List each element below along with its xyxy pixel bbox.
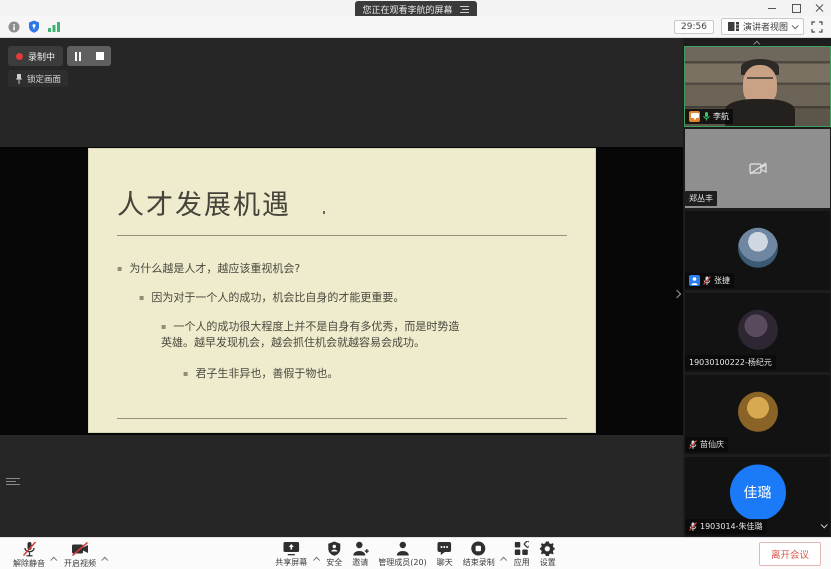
apps-button[interactable]: 应用 [511, 539, 533, 568]
avatar-initials: 佳璐 [730, 464, 786, 520]
window-titlebar: 您正在观看李航的屏幕 [0, 0, 831, 16]
pin-view-button[interactable]: 锁定画面 [8, 70, 68, 87]
participants-sidebar: 李航 郑丛丰 张捷 19030100222-杨纪元 [683, 38, 831, 537]
slide-bullet-2: 因为对于一个人的成功，机会比自身的才能更重要。 [139, 290, 567, 306]
share-options-chevron[interactable] [314, 547, 319, 566]
screen-sharing-badge-icon [689, 111, 700, 122]
unmute-button[interactable]: 解除静音 [10, 539, 48, 569]
security-button[interactable]: 安全 [323, 539, 345, 568]
meeting-topbar: 29:56 演讲者视图 [0, 16, 831, 38]
meeting-timer: 29:56 [674, 20, 714, 34]
participant-tile[interactable]: 19030100222-杨纪元 [685, 293, 830, 372]
leave-meeting-button[interactable]: 离开会议 [759, 542, 821, 566]
participant-tile[interactable]: 郑丛丰 [685, 129, 830, 208]
security-shield-icon [328, 541, 341, 556]
pin-icon [15, 74, 23, 84]
participant-name: 张捷 [714, 275, 730, 286]
view-mode-label: 演讲者视图 [743, 20, 788, 33]
recording-label: 录制中 [28, 50, 55, 63]
manage-participants-button[interactable]: 管理成员(20) [375, 539, 429, 568]
network-signal-icon[interactable] [48, 21, 61, 32]
slide-bullet-1: 为什么越是人才，越应该重视机会? [117, 261, 567, 277]
camera-off-icon [749, 162, 767, 175]
unmute-label: 解除静音 [13, 558, 45, 569]
recording-indicator: 录制中 [8, 46, 63, 66]
slide-footer-rule [117, 418, 567, 419]
participant-tile[interactable]: 张捷 [685, 211, 830, 290]
start-video-label: 开启视频 [64, 558, 96, 569]
settings-button[interactable]: 设置 [537, 539, 559, 568]
mic-muted-icon [689, 440, 697, 449]
slide-title-rule [117, 235, 567, 236]
mic-muted-icon [689, 522, 697, 531]
participant-tile[interactable]: 苗仙庆 [685, 375, 830, 454]
invite-button[interactable]: 邀请 [349, 539, 371, 568]
shared-screen-stage: 录制中 锁定画面 人才发展机遇 为什么越是人才，越应该重视机会? 因为对于一个人… [0, 38, 683, 537]
record-options-chevron[interactable] [502, 547, 507, 566]
avatar [738, 227, 778, 267]
content-area: 录制中 锁定画面 人才发展机遇 为什么越是人才，越应该重视机会? 因为对于一个人… [0, 38, 831, 537]
chevron-down-icon [792, 22, 799, 29]
participant-tile[interactable]: 佳璐 1903014-朱佳璐 [685, 457, 830, 536]
mouse-cursor [323, 211, 325, 214]
banner-menu-icon[interactable] [460, 6, 469, 13]
stop-icon [96, 52, 104, 60]
speaker-view-icon [728, 22, 739, 31]
stop-recording-button[interactable] [93, 49, 107, 63]
mic-on-icon [703, 112, 710, 121]
participants-icon [395, 541, 409, 556]
chat-bubble-icon [437, 541, 452, 556]
pause-icon [75, 52, 81, 61]
slide-bullet-4: 君子生非异也，善假于物也。 [183, 366, 567, 382]
slide-title: 人才发展机遇 [117, 183, 567, 222]
participant-name: 苗仙庆 [700, 439, 724, 450]
raised-hand-badge-icon [689, 275, 700, 286]
participant-tile[interactable]: 李航 [685, 47, 830, 126]
participant-name: 郑丛丰 [689, 193, 713, 204]
watching-banner-text: 您正在观看李航的屏幕 [362, 3, 452, 16]
mic-muted-icon [703, 276, 711, 285]
collapse-sidebar-chevron[interactable] [674, 282, 680, 301]
video-options-chevron[interactable] [103, 547, 108, 566]
mic-options-chevron[interactable] [52, 547, 57, 566]
presentation-slide: 人才发展机遇 为什么越是人才，越应该重视机会? 因为对于一个人的成功，机会比自身… [88, 148, 596, 433]
stop-record-button[interactable]: 结束录制 [460, 539, 498, 568]
invite-person-icon [352, 541, 368, 556]
maximize-button[interactable] [791, 3, 801, 13]
filmstrip-collapse-button[interactable] [685, 39, 830, 47]
encryption-shield-icon[interactable] [28, 20, 40, 33]
mic-off-icon [22, 541, 37, 557]
pause-recording-button[interactable] [71, 49, 85, 63]
apps-grid-icon [514, 541, 529, 556]
minimize-button[interactable] [767, 3, 777, 13]
recording-dot-icon [16, 53, 23, 60]
fullscreen-button[interactable] [811, 21, 823, 33]
screenshare-viewport: 人才发展机遇 为什么越是人才，越应该重视机会? 因为对于一个人的成功，机会比自身… [0, 147, 683, 435]
settings-gear-icon [540, 541, 555, 556]
annotation-toolbar-icon[interactable] [6, 478, 20, 490]
participant-name: 1903014-朱佳璐 [700, 521, 763, 532]
camera-off-icon [71, 541, 89, 557]
participant-name: 19030100222-杨纪元 [689, 357, 772, 368]
slide-bullet-3: 一个人的成功很大程度上并不是自身有多优秀，而是时势造英雄。越早发现机会，越会抓住… [161, 319, 461, 351]
avatar [738, 309, 778, 349]
share-screen-icon [283, 541, 300, 556]
avatar [738, 391, 778, 431]
start-video-button[interactable]: 开启视频 [61, 539, 99, 569]
meeting-info-icon[interactable] [8, 21, 20, 33]
expand-filmstrip-chevron[interactable] [821, 513, 826, 532]
share-screen-button[interactable]: 共享屏幕 [272, 539, 310, 568]
participant-name: 李航 [713, 111, 729, 122]
pin-view-label: 锁定画面 [27, 73, 61, 85]
close-button[interactable] [815, 3, 825, 13]
view-mode-button[interactable]: 演讲者视图 [721, 18, 804, 35]
chat-button[interactable]: 聊天 [434, 539, 456, 568]
stop-record-icon [471, 541, 486, 556]
bottom-toolbar: 解除静音 开启视频 共享屏幕 安全 邀请 管理成员(20) 聊天 [0, 537, 831, 569]
